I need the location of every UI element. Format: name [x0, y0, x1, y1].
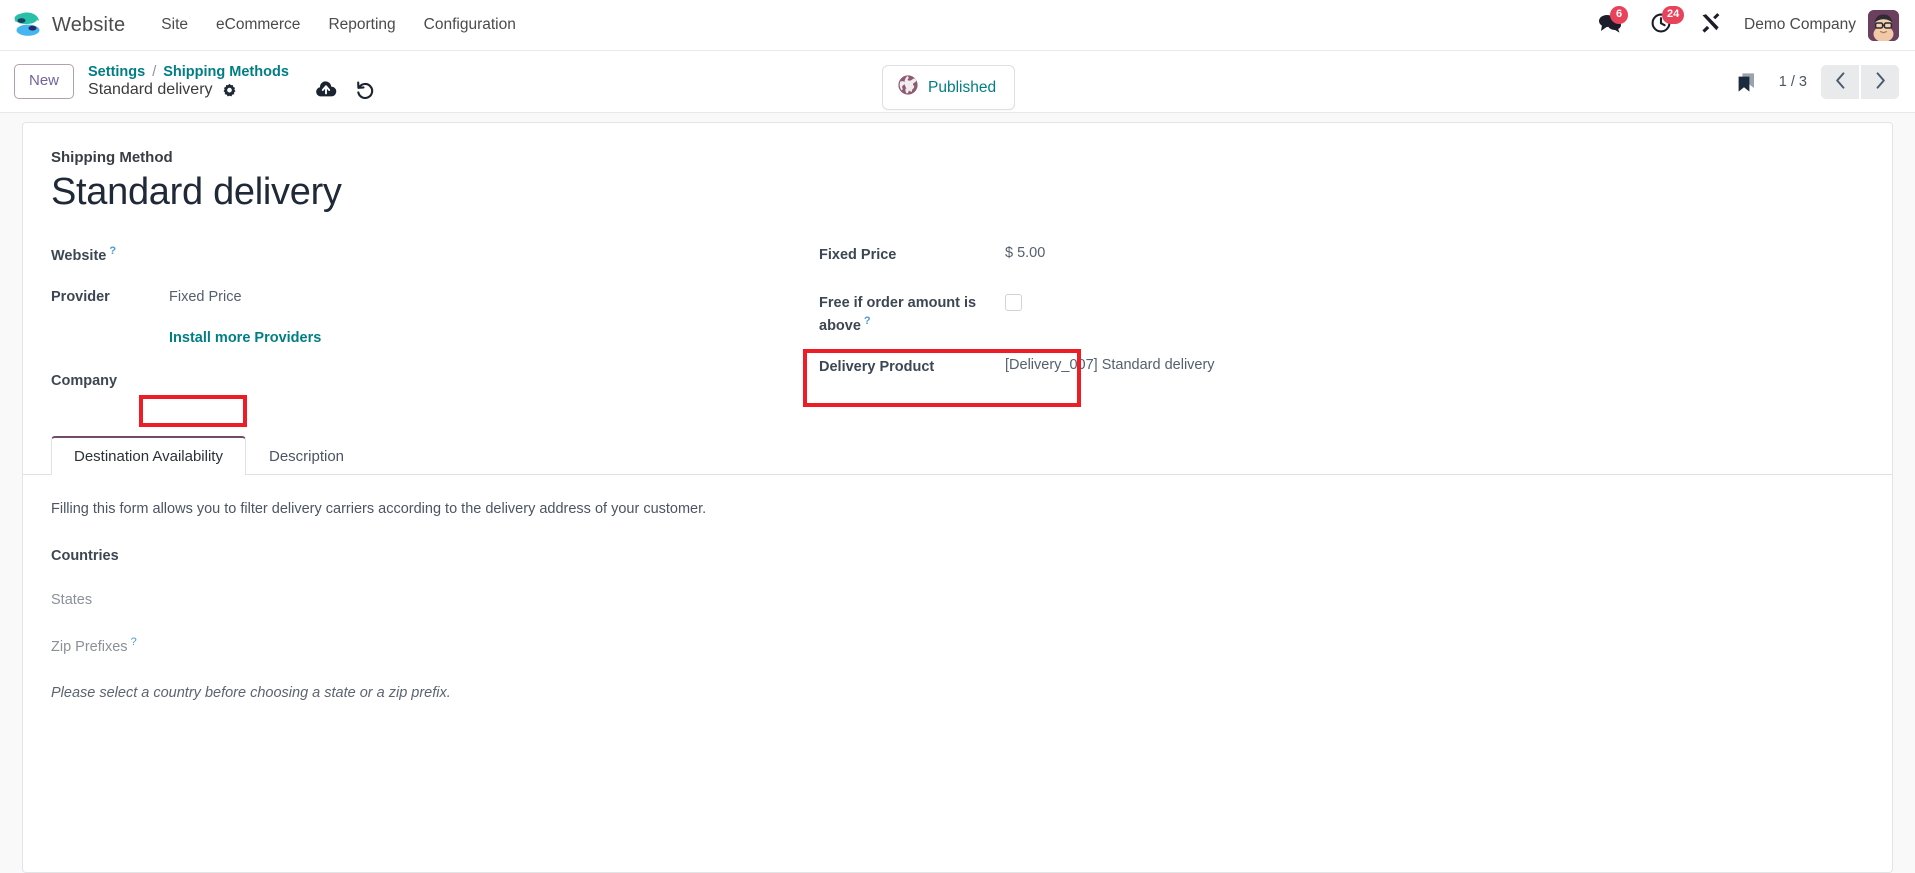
form-column-left: Website? Provider Fixed Price Install mo… — [51, 238, 791, 410]
brand-name[interactable]: Website — [52, 14, 125, 37]
field-website-row: Website? — [51, 238, 791, 274]
published-status-button[interactable]: Published — [882, 65, 1016, 110]
chevron-right-icon — [1875, 71, 1886, 92]
field-free-above-label: Free if order amount is above? — [819, 294, 977, 334]
field-countries-row: Countries — [51, 541, 1864, 577]
form-sheet: Shipping Method Standard delivery Websit… — [22, 122, 1893, 873]
form-body: Shipping Method Standard delivery Websit… — [23, 149, 1892, 410]
zip-prefixes-help-icon[interactable]: ? — [131, 636, 137, 648]
pager: 1 / 3 — [1718, 64, 1899, 99]
form-columns: Website? Provider Fixed Price Install mo… — [51, 238, 1864, 410]
debug-tools-button[interactable] — [1686, 7, 1736, 43]
tools-wrench-icon — [1700, 12, 1722, 39]
pager-next-button[interactable] — [1861, 64, 1899, 99]
menu-item-reporting[interactable]: Reporting — [314, 10, 409, 40]
menu-item-configuration[interactable]: Configuration — [410, 10, 530, 40]
pager-count[interactable]: 1 / 3 — [1775, 74, 1821, 90]
record-actions — [315, 65, 374, 99]
field-provider-value[interactable]: Fixed Price — [151, 282, 242, 305]
field-delivery-product-value[interactable]: [Delivery_007] Standard delivery — [1005, 350, 1215, 373]
field-delivery-product-label: Delivery Product — [819, 359, 935, 376]
company-switcher[interactable]: Demo Company — [1736, 16, 1868, 34]
form-column-right: Fixed Price $ 5.00 Free if order amount … — [791, 238, 1864, 410]
menu-item-ecommerce[interactable]: eCommerce — [202, 10, 314, 40]
tab-description[interactable]: Description — [246, 436, 367, 475]
field-countries-value[interactable] — [181, 541, 361, 561]
messages-button[interactable]: 6 — [1584, 6, 1636, 43]
breadcrumb-item-shipping-methods[interactable]: Shipping Methods — [163, 64, 289, 80]
notebook-panel-destination-availability: Filling this form allows you to filter d… — [23, 475, 1892, 701]
published-label: Published — [928, 78, 997, 96]
field-website-label: Website? — [51, 244, 117, 264]
field-company-label: Company — [51, 372, 118, 389]
field-fixed-price-value[interactable]: $ 5.00 — [1005, 238, 1045, 261]
record-name: Standard delivery — [88, 81, 213, 98]
form-subtitle: Shipping Method — [51, 149, 173, 166]
chevron-left-icon — [1835, 71, 1846, 92]
field-free-above-row: Free if order amount is above? — [819, 286, 1864, 337]
cloud-upload-icon[interactable] — [315, 81, 337, 98]
odoo-website-logo-icon[interactable] — [12, 10, 42, 40]
activities-button[interactable]: 24 — [1636, 6, 1686, 43]
top-navbar: Website Site eCommerce Reporting Configu… — [0, 0, 1915, 51]
field-states-value[interactable] — [181, 585, 361, 605]
field-fixed-price-row: Fixed Price $ 5.00 — [819, 238, 1864, 278]
menu-item-site[interactable]: Site — [147, 10, 202, 40]
navbar-right-group: 6 24 Demo Company — [1584, 6, 1899, 43]
pager-previous-button[interactable] — [1821, 64, 1859, 99]
breadcrumb: Settings / Shipping Methods Standard del… — [88, 64, 289, 99]
install-providers-row: Install more Providers — [51, 326, 791, 356]
install-more-providers-link[interactable]: Install more Providers — [169, 326, 321, 346]
field-zip-prefixes-row: Zip Prefixes? — [51, 629, 1864, 665]
user-avatar-icon[interactable] — [1868, 9, 1899, 41]
free-above-help-icon[interactable]: ? — [864, 315, 871, 327]
field-free-above-checkbox[interactable] — [1005, 293, 1022, 311]
breadcrumb-current: Standard delivery — [88, 81, 289, 99]
messages-count-badge: 6 — [1610, 6, 1628, 24]
field-states-row: States — [51, 585, 1864, 621]
new-button[interactable]: New — [14, 64, 75, 99]
field-states-label: States — [51, 591, 93, 608]
activities-count-badge: 24 — [1662, 6, 1685, 24]
notebook-tabbar: Destination Availability Description — [23, 435, 1892, 475]
field-fixed-price-label: Fixed Price — [819, 246, 897, 263]
breadcrumb-separator: / — [152, 64, 157, 80]
field-zip-prefixes-label: Zip Prefixes? — [51, 635, 137, 655]
bookmark-icon[interactable] — [1718, 71, 1775, 93]
breadcrumb-item-settings[interactable]: Settings — [88, 64, 145, 80]
page-title: Standard delivery — [51, 171, 342, 213]
field-provider-row: Provider Fixed Price — [51, 282, 791, 318]
tab-destination-availability[interactable]: Destination Availability — [51, 435, 246, 475]
field-company-value[interactable] — [151, 366, 331, 386]
gear-icon[interactable] — [222, 83, 237, 98]
website-help-icon[interactable]: ? — [109, 245, 116, 257]
main-menu: Site eCommerce Reporting Configuration — [147, 10, 530, 40]
field-zip-prefixes-value[interactable] — [181, 629, 361, 649]
install-providers-spacer — [51, 326, 151, 333]
breadcrumb-trail: Settings / Shipping Methods — [88, 64, 289, 80]
globe-icon — [897, 74, 919, 101]
field-delivery-product-row: Delivery Product [Delivery_007] Standard… — [819, 350, 1864, 386]
page-background: Shipping Method Standard delivery Websit… — [0, 113, 1915, 873]
field-company-row: Company — [51, 366, 791, 402]
control-panel: New Settings / Shipping Methods Standard… — [0, 51, 1915, 113]
field-website-value[interactable] — [151, 238, 331, 258]
panel-note-text: Please select a country before choosing … — [51, 684, 451, 701]
notebook: Destination Availability Description Fil… — [23, 435, 1892, 701]
panel-intro-text: Filling this form allows you to filter d… — [51, 500, 707, 517]
undo-icon[interactable] — [355, 81, 374, 99]
field-countries-label: Countries — [51, 547, 119, 564]
field-provider-label: Provider — [51, 288, 110, 305]
